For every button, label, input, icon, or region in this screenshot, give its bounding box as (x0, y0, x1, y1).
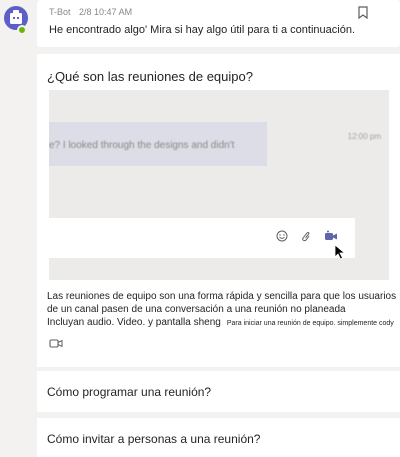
video-camera-icon (49, 336, 63, 354)
description-small-text: Para iniciar una reunión de equipo. simp… (226, 320, 394, 327)
available-status-icon (17, 25, 27, 35)
bookmark-icon[interactable] (358, 6, 368, 24)
description-text: Incluyan audio. Video. y pantalla sheng (47, 317, 221, 328)
link-invite-people[interactable]: Cómo invitar a personas a una reunión? (37, 418, 400, 457)
link-schedule-meeting[interactable]: Cómo programar una reunión? (37, 371, 400, 412)
article-title[interactable]: ¿Qué son las reuniones de equipo? (47, 69, 253, 84)
message-timestamp: 2/8 10:47 AM (79, 7, 133, 17)
description-line: Las reuniones de equipo son una forma rá… (47, 291, 397, 302)
preview-timestamp: 12:00 pm (347, 132, 381, 141)
link-label: Cómo invitar a personas a una reunión? (47, 432, 261, 446)
message-text: He encontrado algo' Mira si hay algo úti… (49, 24, 356, 36)
article-card: ¿Qué son las reuniones de equipo? e? I l… (37, 54, 400, 367)
attach-icon (302, 231, 310, 242)
description-line: Incluyan audio. Video. y pantalla sheng P… (47, 316, 396, 330)
bot-avatar-icon (10, 10, 22, 24)
link-label: Cómo programar una reunión? (47, 385, 212, 399)
description-line: de un canal pasen de una conversación a … (47, 304, 346, 315)
preview-message-text: e? I looked through the designs and didn… (49, 140, 235, 151)
message-meta: T-Bot 2/8 10:47 AM (49, 7, 132, 17)
mouse-cursor-icon (334, 244, 346, 260)
article-preview-image: e? I looked through the designs and didn… (49, 90, 389, 280)
emoji-icon (276, 230, 288, 242)
sender-name: T-Bot (49, 7, 71, 17)
article-description: Las reuniones de equipo son una forma rá… (47, 290, 396, 330)
meet-now-icon (325, 230, 337, 240)
bot-message: T-Bot 2/8 10:47 AM He encontrado algo' M… (37, 0, 400, 47)
preview-compose-box (49, 218, 355, 258)
